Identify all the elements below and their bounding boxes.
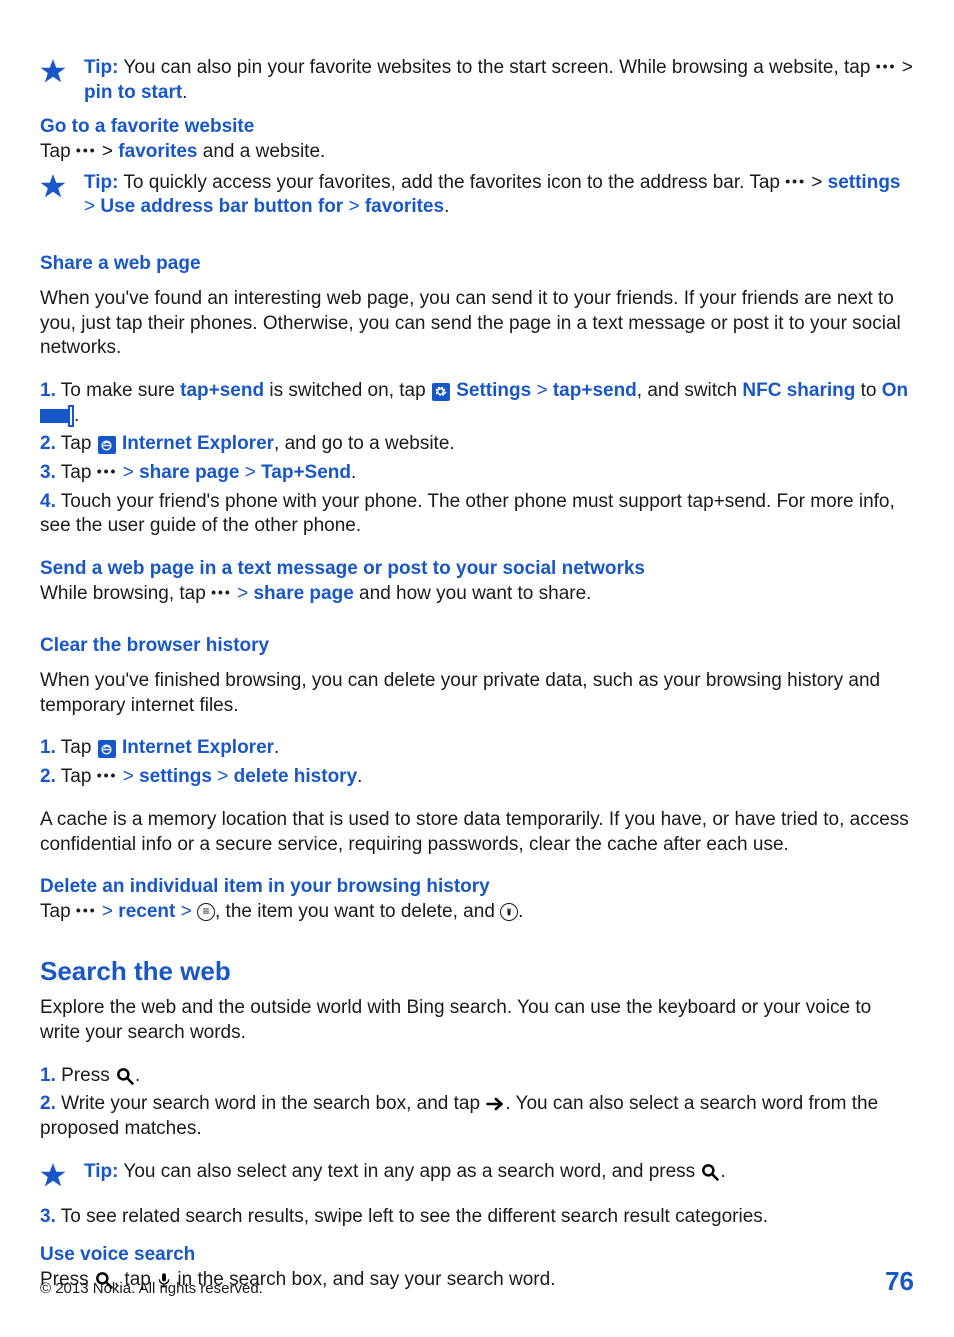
page-number: 76 [885, 1266, 914, 1297]
heading-clear-history: Clear the browser history [40, 634, 916, 659]
tip-address-bar-favorites: Tip: To quickly access your favorites, a… [40, 171, 916, 224]
clear-step-1: 1. Tap Internet Explorer. [40, 736, 916, 761]
ellipsis-icon: ••• [211, 585, 232, 599]
share-step-3: 3. Tap ••• > share page > Tap+Send. [40, 461, 916, 486]
pin-to-start-link: pin to start [84, 82, 182, 103]
tip-text: Tip: You can also pin your favorite webs… [84, 56, 916, 105]
list-select-icon [197, 903, 215, 921]
ie-icon [98, 436, 116, 454]
share-step-1: 1. To make sure tap+send is switched on,… [40, 379, 916, 428]
heading-voice-search: Use voice search [40, 1243, 916, 1268]
ellipsis-icon: ••• [97, 464, 118, 478]
search-intro: Explore the web and the outside world wi… [40, 996, 916, 1045]
tip-text: Tip: You can also select any text in any… [84, 1160, 916, 1185]
search-step-3: 3. To see related search results, swipe … [40, 1205, 916, 1230]
page-footer: © 2013 Nokia. All rights reserved. 76 [40, 1266, 914, 1297]
star-icon [40, 173, 66, 199]
star-icon [40, 58, 66, 84]
heading-delete-item: Delete an individual item in your browsi… [40, 875, 916, 900]
heading-search-the-web: Search the web [40, 955, 916, 989]
heading-send-text-social: Send a web page in a text message or pos… [40, 557, 916, 582]
tip-pin-to-start: Tip: You can also pin your favorite webs… [40, 56, 916, 109]
heading-favorite-website: Go to a favorite website [40, 115, 916, 140]
search-step-1: 1. Press . [40, 1064, 916, 1089]
share-intro: When you've found an interesting web pag… [40, 287, 916, 361]
clear-step-2: 2. Tap ••• > settings > delete history. [40, 765, 916, 790]
search-icon [115, 1066, 135, 1086]
ellipsis-icon: ••• [785, 174, 806, 188]
copyright-text: © 2013 Nokia. All rights reserved. [40, 1280, 263, 1297]
tip-label: Tip: [84, 172, 118, 193]
document-page: Tip: You can also pin your favorite webs… [0, 0, 954, 1337]
star-icon [40, 1162, 66, 1188]
ellipsis-icon: ••• [876, 59, 897, 73]
ellipsis-icon: ••• [76, 143, 97, 157]
ellipsis-icon: ••• [97, 768, 118, 782]
ellipsis-icon: ••• [76, 903, 97, 917]
tip-label: Tip: [84, 57, 118, 78]
search-step-2: 2. Write your search word in the search … [40, 1092, 916, 1141]
arrow-right-icon [485, 1094, 505, 1114]
delete-icon [500, 903, 518, 921]
cache-note: A cache is a memory location that is use… [40, 808, 916, 857]
tip-label: Tip: [84, 1161, 118, 1182]
clear-intro: When you've finished browsing, you can d… [40, 669, 916, 718]
tip-select-text-search: Tip: You can also select any text in any… [40, 1160, 916, 1193]
favorite-website-instruction: Tap ••• > favorites and a website. [40, 140, 916, 165]
heading-share-web-page: Share a web page [40, 252, 916, 277]
search-icon [700, 1162, 720, 1182]
settings-icon [432, 383, 450, 401]
tip-text: Tip: To quickly access your favorites, a… [84, 171, 916, 220]
share-step-2: 2. Tap Internet Explorer, and go to a we… [40, 432, 916, 457]
delete-item-instruction: Tap ••• > recent > , the item you want t… [40, 900, 916, 925]
ie-icon [98, 740, 116, 758]
send-text-instruction: While browsing, tap ••• > share page and… [40, 582, 916, 607]
share-step-4: 4. Touch your friend's phone with your p… [40, 490, 916, 539]
toggle-on-icon [40, 405, 74, 427]
